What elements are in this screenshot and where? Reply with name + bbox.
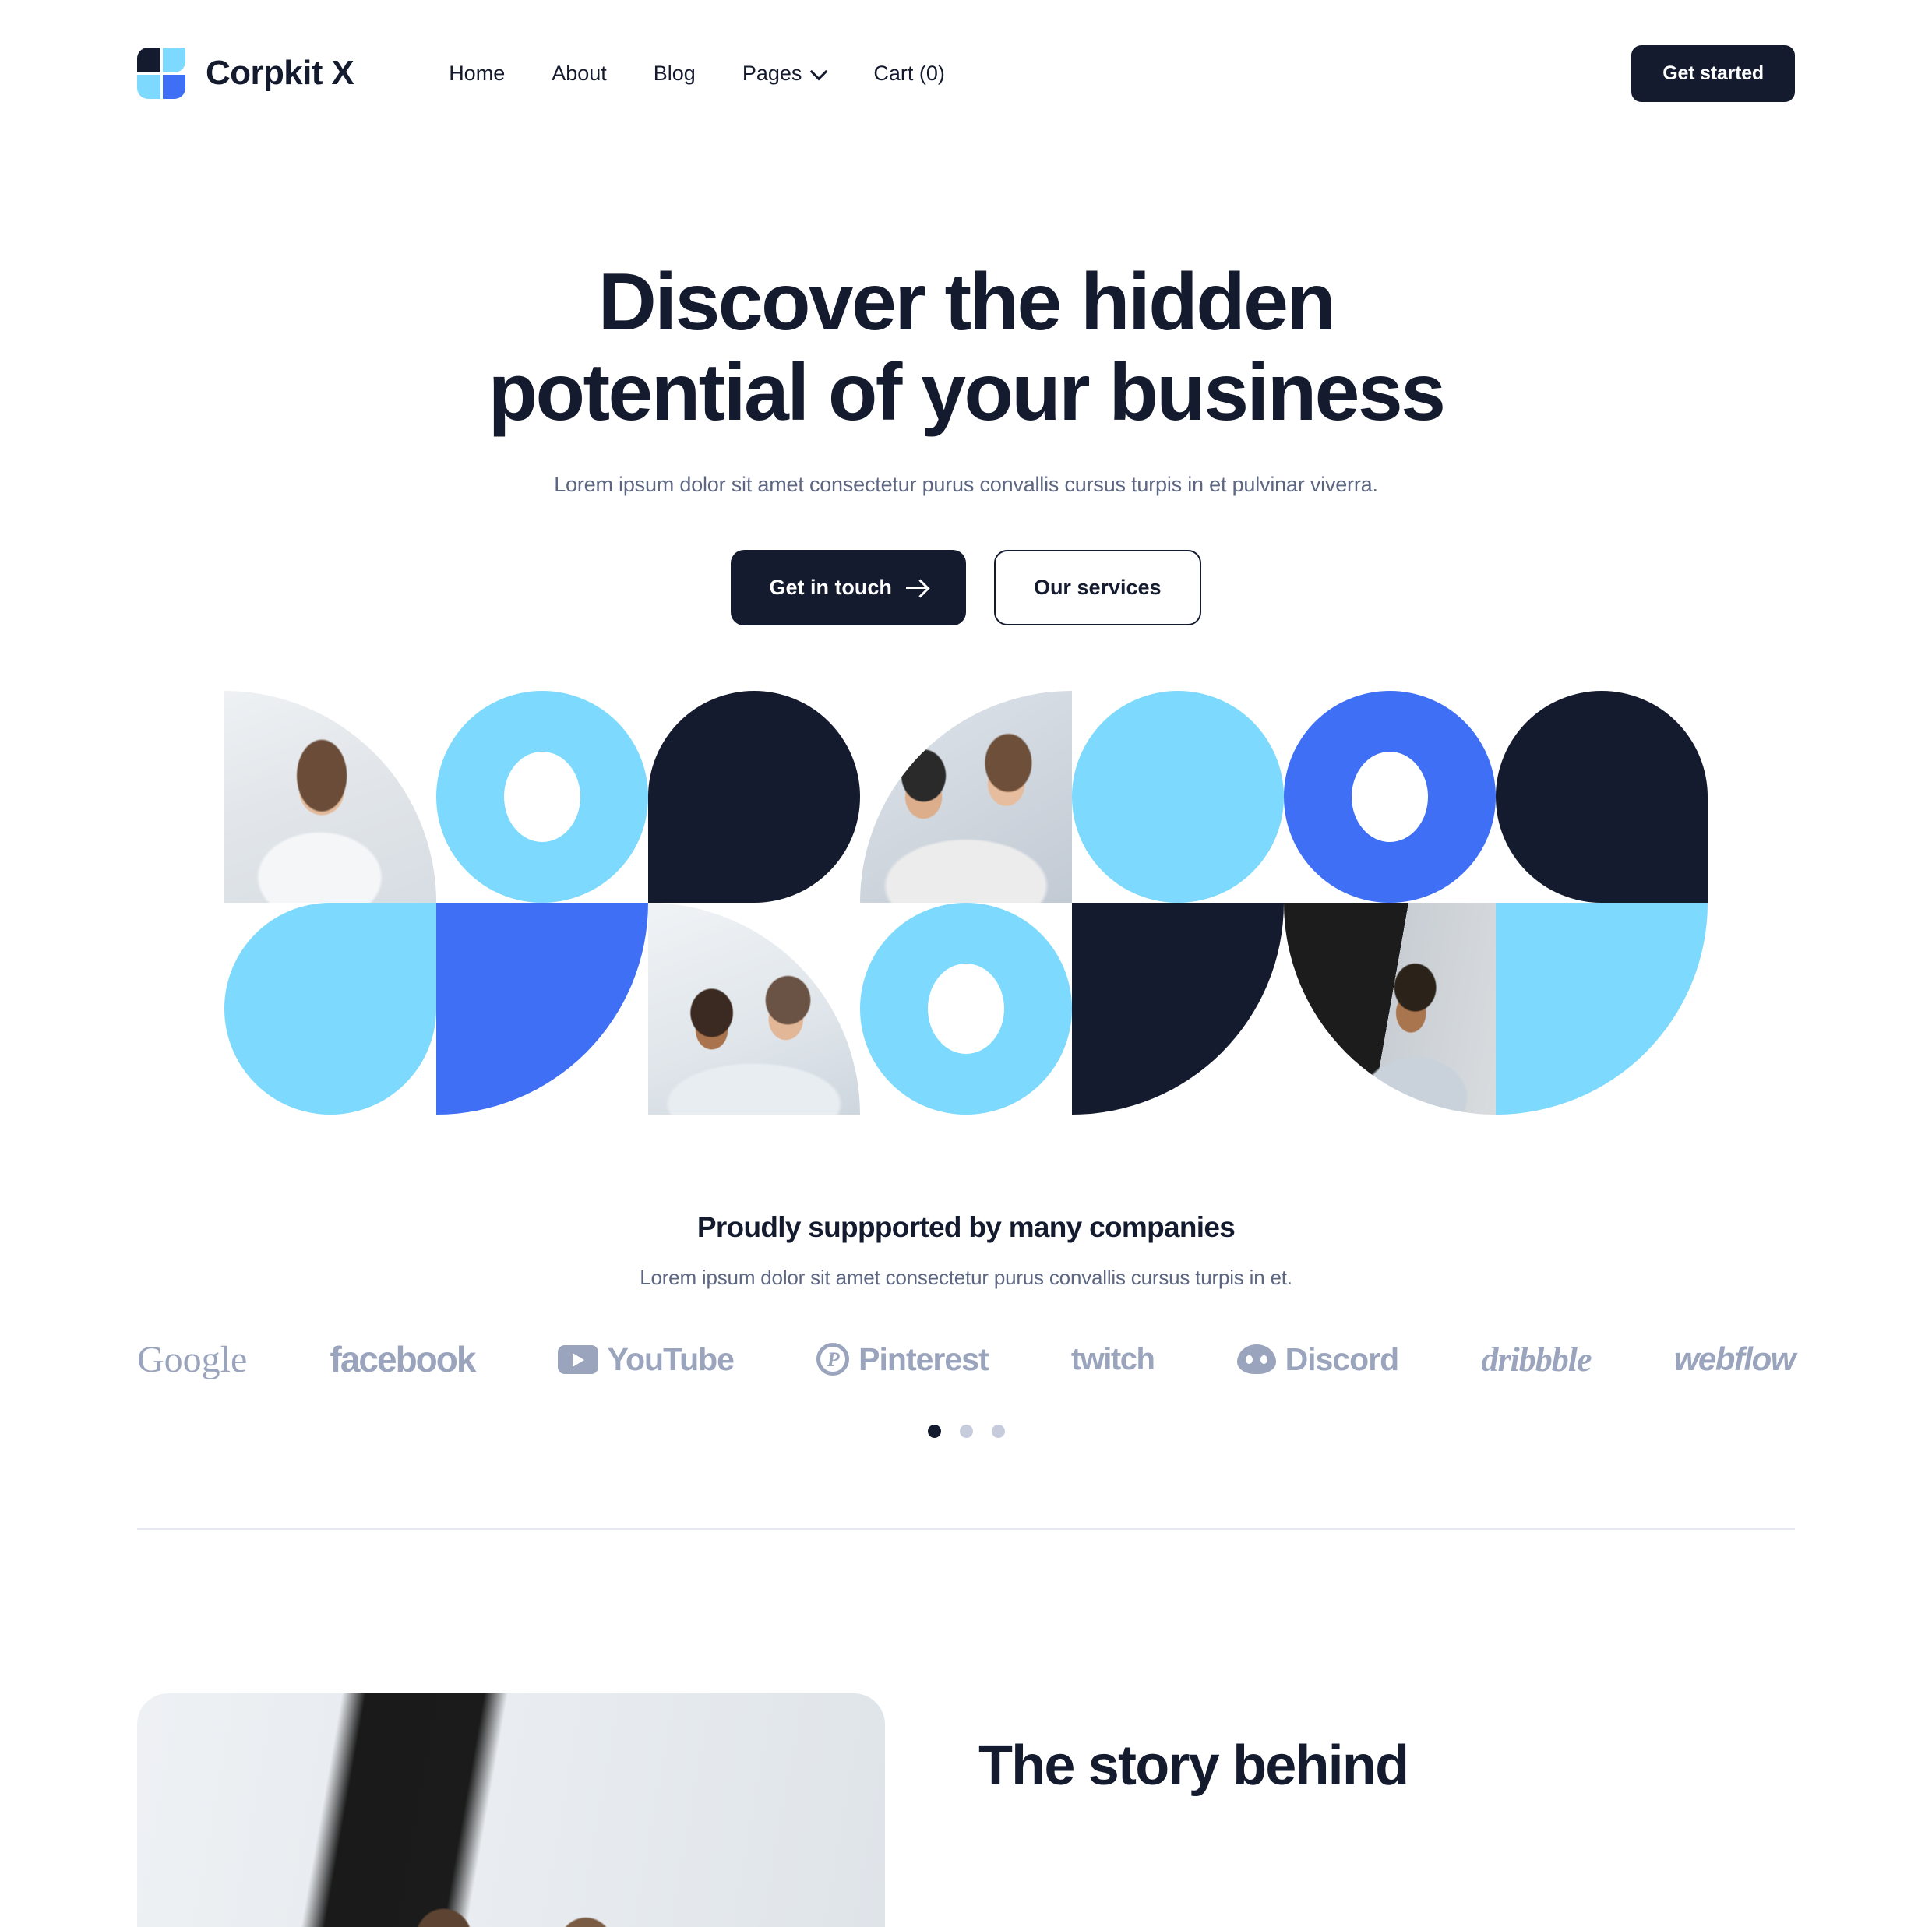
story-section: The story behind	[0, 1693, 1932, 1927]
hero-subtitle: Lorem ipsum dolor sit amet consectetur p…	[554, 472, 1378, 496]
nav-item-cart[interactable]: Cart (0)	[850, 62, 968, 86]
partners-section: Proudly suppported by many companies Lor…	[0, 1211, 1932, 1438]
mosaic-shape-ring-lightblue-1	[436, 690, 648, 903]
partner-logo-google-label: Google	[137, 1338, 248, 1380]
landing-page: Corpkit X Home About Blog Pages Cart (0)…	[0, 0, 1932, 1927]
partner-logo-google[interactable]: Google	[137, 1338, 247, 1381]
story-image	[137, 1693, 885, 1927]
mosaic-shape-ring-blue-1	[1284, 690, 1496, 903]
mosaic-shape-navy-2	[1496, 690, 1708, 903]
carousel-dot-2[interactable]	[959, 1424, 973, 1438]
nav-item-about[interactable]: About	[528, 62, 630, 86]
section-divider	[137, 1527, 1795, 1530]
our-services-button[interactable]: Our services	[993, 549, 1201, 625]
partner-logo-dribbble[interactable]: dribbble	[1481, 1340, 1592, 1379]
main-nav: Home About Blog Pages Cart (0)	[425, 62, 968, 86]
pinterest-icon: P	[816, 1343, 850, 1376]
logo-quadrant-top-right	[162, 48, 185, 72]
partner-logo-youtube-label: YouTube	[607, 1340, 735, 1377]
partner-logo-pinterest[interactable]: P Pinterest	[816, 1340, 989, 1378]
nav-item-pages-label: Pages	[742, 61, 802, 85]
carousel-dots	[0, 1424, 1932, 1438]
mosaic-photo-woman-writing	[224, 690, 436, 903]
nav-item-pages[interactable]: Pages	[719, 62, 851, 86]
partner-logo-webflow[interactable]: webflow	[1673, 1340, 1796, 1378]
nav-item-home[interactable]: Home	[425, 62, 528, 86]
nav-item-about-label: About	[552, 61, 607, 85]
corpkit-logo-mark-icon	[137, 48, 185, 99]
mosaic-photo-woman-profile	[1284, 902, 1496, 1115]
partner-logo-twitch[interactable]: twitch	[1071, 1342, 1155, 1377]
partner-logo-dribbble-label: dribbble	[1481, 1340, 1592, 1379]
mosaic-shape-lightblue-3	[1496, 902, 1708, 1115]
carousel-dot-1[interactable]	[927, 1424, 941, 1438]
mosaic-shape-lightblue-2	[224, 902, 436, 1115]
mosaic-shape-navy-3	[1072, 902, 1284, 1115]
partner-logo-discord[interactable]: Discord	[1236, 1340, 1400, 1378]
mosaic-shape-pill-lightblue-1	[1072, 690, 1284, 903]
mosaic-shape-ring-lightblue-2	[860, 902, 1072, 1115]
hero-title-line-2: potential of your business	[488, 347, 1446, 439]
get-started-button[interactable]: Get started	[1631, 44, 1795, 102]
partners-subtitle: Lorem ipsum dolor sit amet consectetur p…	[640, 1265, 1292, 1289]
partner-logo-pinterest-label: Pinterest	[858, 1340, 989, 1377]
logo-quadrant-bottom-right	[162, 74, 185, 99]
partner-logo-twitch-label: twitch	[1070, 1341, 1155, 1376]
site-header: Corpkit X Home About Blog Pages Cart (0)…	[0, 0, 1932, 146]
nav-item-home-label: Home	[449, 61, 506, 85]
hero-title-line-1: Discover the hidden	[598, 257, 1336, 347]
chevron-down-icon	[812, 64, 827, 79]
arrow-right-icon	[905, 578, 928, 597]
youtube-play-icon	[557, 1344, 598, 1374]
nav-item-blog-label: Blog	[653, 61, 696, 85]
mosaic-shape-navy-1	[648, 690, 860, 903]
partner-logo-discord-label: Discord	[1285, 1340, 1400, 1377]
partner-logo-webflow-label: webflow	[1673, 1340, 1796, 1378]
hero-mosaic-section	[0, 690, 1932, 1115]
page-title: Discover the hidden potential of your bu…	[382, 257, 1550, 439]
nav-item-blog[interactable]: Blog	[630, 62, 719, 86]
nav-item-cart-label: Cart (0)	[873, 61, 945, 85]
logo-quadrant-top-left	[137, 48, 160, 72]
brand-logo[interactable]: Corpkit X	[137, 48, 354, 99]
hero-actions: Get in touch Our services	[0, 549, 1932, 625]
discord-icon	[1236, 1344, 1276, 1375]
logo-quadrant-bottom-left	[137, 74, 160, 99]
hero-mosaic-grid	[224, 690, 1708, 1115]
partner-logo-facebook-label: facebook	[330, 1339, 477, 1380]
partner-logo-facebook[interactable]: facebook	[330, 1338, 477, 1380]
story-title: The story behind	[978, 1734, 1409, 1797]
partners-title: Proudly suppported by many companies	[696, 1210, 1236, 1243]
hero-section: Discover the hidden potential of your bu…	[0, 146, 1932, 625]
mosaic-photo-coworkers	[648, 902, 860, 1115]
brand-name: Corpkit X	[206, 54, 354, 92]
partner-logo-row: Google facebook YouTube P Pinterest twit…	[0, 1338, 1932, 1381]
get-in-touch-label: Get in touch	[769, 575, 892, 599]
mosaic-photo-colleagues-tablet	[860, 690, 1072, 903]
get-in-touch-button[interactable]: Get in touch	[731, 549, 966, 625]
mosaic-shape-blue-2	[436, 902, 648, 1115]
partner-logo-youtube[interactable]: YouTube	[557, 1340, 735, 1378]
carousel-dot-3[interactable]	[991, 1424, 1005, 1438]
